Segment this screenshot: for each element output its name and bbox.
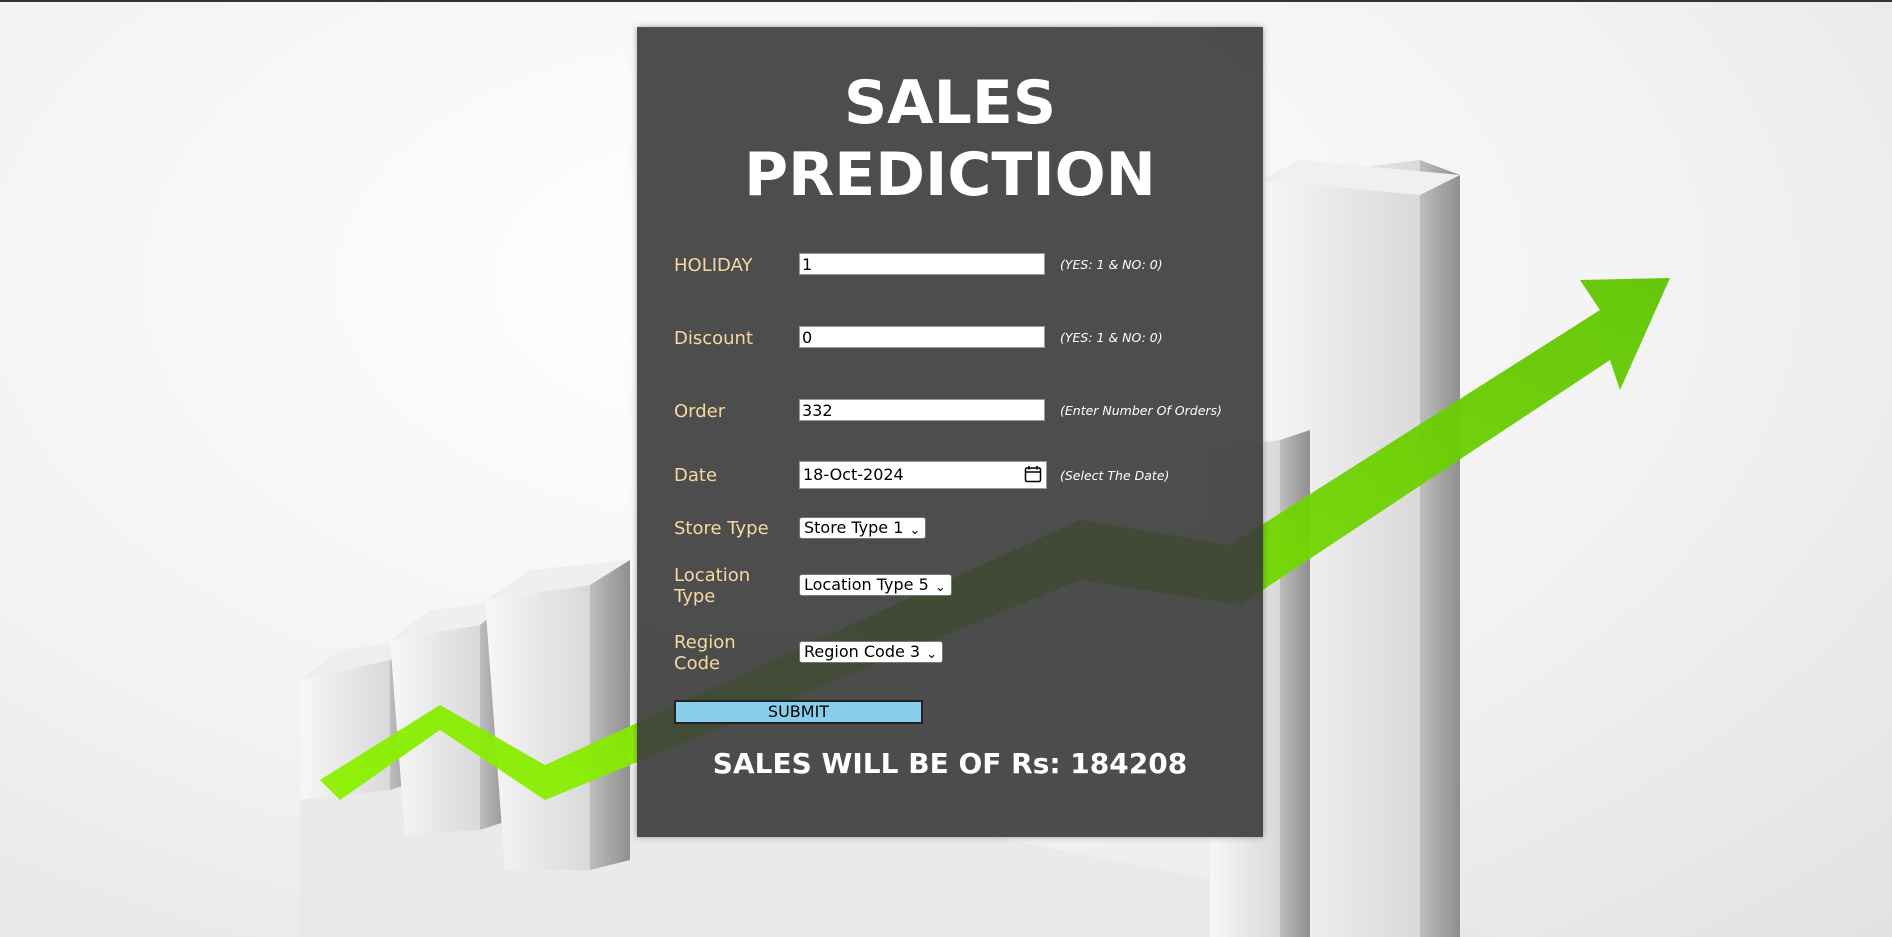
location-type-label-line1: Location xyxy=(674,565,751,586)
region-code-label-line2: Code xyxy=(674,653,721,674)
location-type-label: Location Type xyxy=(674,565,750,607)
discount-label: Discount xyxy=(674,328,754,349)
discount-input[interactable] xyxy=(799,326,1045,348)
order-label: Order xyxy=(674,401,726,422)
holiday-hint: (YES: 1 & NO: 0) xyxy=(1060,257,1163,272)
region-code-select[interactable]: Region Code 3 ⌄ xyxy=(799,641,944,663)
calendar-icon[interactable] xyxy=(1024,465,1042,483)
page-title: SALES PREDICTION xyxy=(637,67,1263,211)
order-input[interactable] xyxy=(799,399,1045,421)
prediction-result: SALES WILL BE OF Rs: 184208 xyxy=(712,747,1188,780)
order-hint: (Enter Number Of Orders) xyxy=(1060,403,1222,418)
chevron-down-icon: ⌄ xyxy=(926,647,938,662)
submit-button[interactable]: SUBMIT xyxy=(674,700,923,724)
region-code-label: Region Code xyxy=(674,632,736,674)
location-type-select[interactable]: Location Type 5 ⌄ xyxy=(799,574,952,596)
date-value: 18-Oct-2024 xyxy=(803,465,904,484)
date-input[interactable]: 18-Oct-2024 xyxy=(799,461,1047,489)
location-type-selected: Location Type 5 xyxy=(804,575,929,594)
date-hint: (Select The Date) xyxy=(1060,468,1170,483)
discount-hint: (YES: 1 & NO: 0) xyxy=(1060,330,1163,345)
location-type-label-line2: Type xyxy=(674,586,716,607)
store-type-label: Store Type xyxy=(674,518,769,539)
date-label: Date xyxy=(674,465,718,486)
title-line-1: SALES xyxy=(843,68,1057,138)
store-type-selected: Store Type 1 xyxy=(804,518,904,537)
chevron-down-icon: ⌄ xyxy=(909,523,921,538)
title-line-2: PREDICTION xyxy=(744,140,1156,210)
region-code-label-line1: Region xyxy=(674,632,736,653)
chevron-down-icon: ⌄ xyxy=(934,580,946,595)
prediction-form-panel: SALES PREDICTION HOLIDAY (YES: 1 & NO: 0… xyxy=(637,27,1263,837)
store-type-select[interactable]: Store Type 1 ⌄ xyxy=(799,517,927,539)
region-code-selected: Region Code 3 xyxy=(804,642,921,661)
holiday-label: HOLIDAY xyxy=(674,255,753,276)
holiday-input[interactable] xyxy=(799,253,1045,275)
